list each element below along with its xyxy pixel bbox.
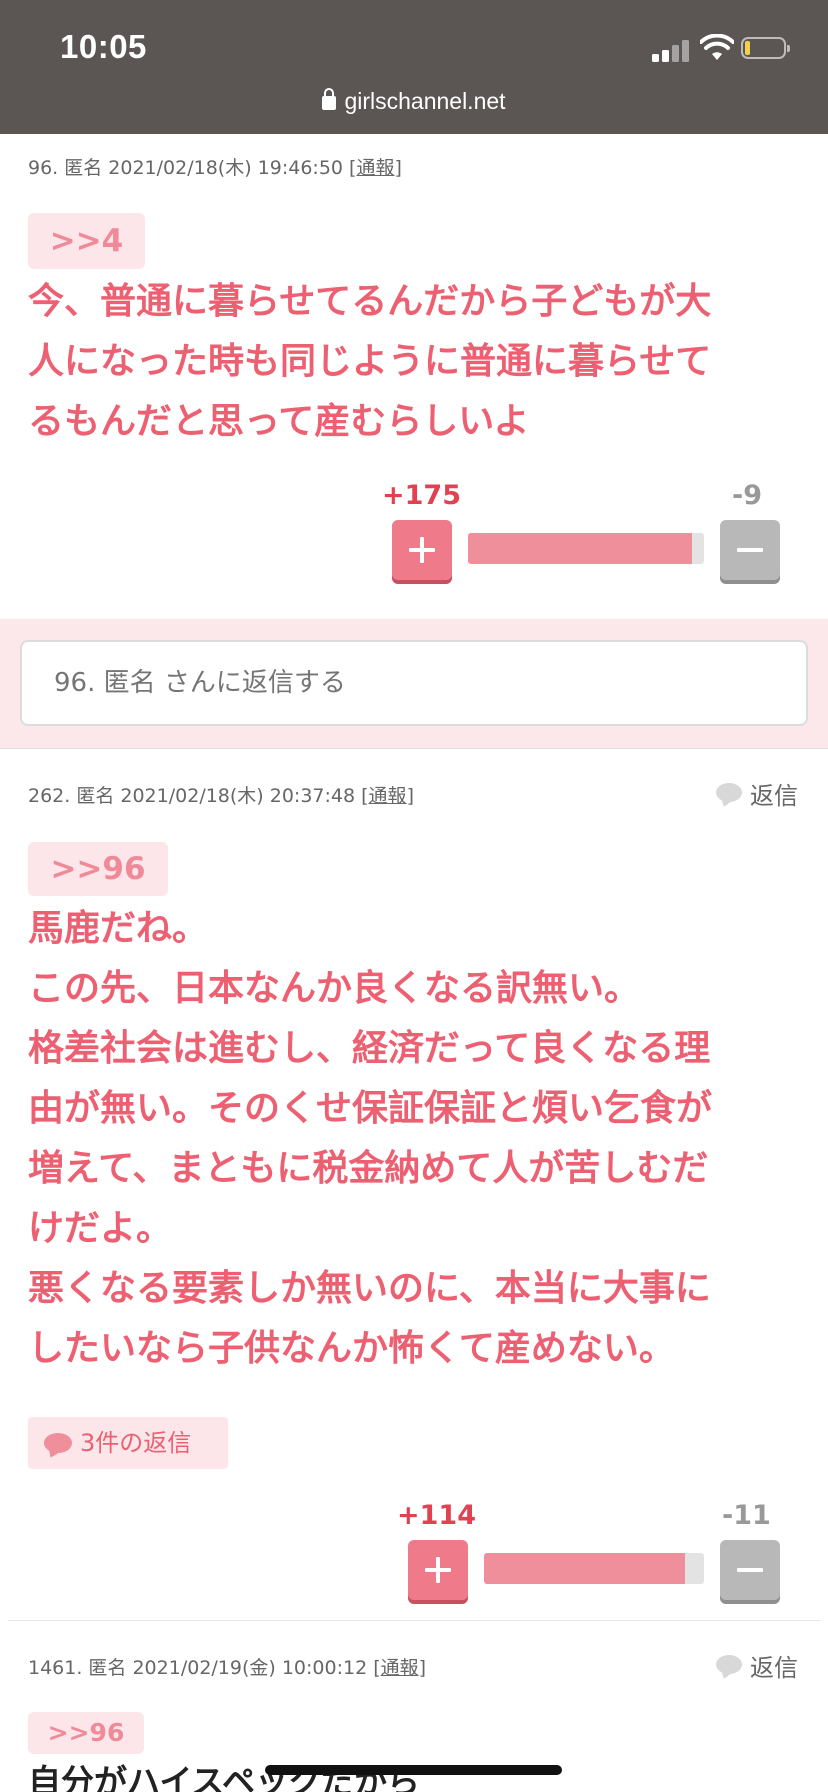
report-link[interactable]: 通報 xyxy=(356,157,394,179)
comment-meta-text: 1461. 匿名 2021/02/19(金) 10:00:12 [ xyxy=(28,1657,381,1679)
anchor-link[interactable]: >>4 xyxy=(28,213,145,269)
battery-icon xyxy=(741,37,790,59)
reply-button[interactable]: 返信 xyxy=(716,1648,798,1683)
browser-top-bar: 10:05 girlschannel.net xyxy=(0,0,828,134)
comment-meta: 1461. 匿名 2021/02/19(金) 10:00:12 [通報] xyxy=(28,1653,426,1680)
speech-bubble-icon xyxy=(716,783,742,802)
comment-text: 今、普通に暮らせてるんだから子どもが大 人になった時も同じように普通に暮らせて … xyxy=(28,281,712,442)
lock-icon xyxy=(322,88,337,110)
vote-ratio-fill xyxy=(484,1553,685,1584)
reply-input[interactable] xyxy=(20,640,808,726)
url-text: girlschannel.net xyxy=(344,88,506,114)
wifi-icon xyxy=(700,34,734,60)
comment-meta-text: 96. 匿名 2021/02/18(木) 19:46:50 [ xyxy=(28,157,357,179)
reply-button[interactable]: 返信 xyxy=(716,776,798,811)
plus-count: +175 xyxy=(382,480,461,511)
report-link[interactable]: 通報 xyxy=(381,1657,419,1679)
plus-vote-button[interactable] xyxy=(408,1540,468,1600)
divider xyxy=(8,1620,820,1621)
reply-label: 返信 xyxy=(750,782,798,810)
minus-count: -11 xyxy=(722,1500,771,1531)
anchor-link[interactable]: >>96 xyxy=(28,1712,144,1754)
minus-vote-button[interactable] xyxy=(720,520,780,580)
reply-label: 返信 xyxy=(750,1654,798,1682)
comment-meta-bracket: ] xyxy=(418,1657,427,1679)
minus-count: -9 xyxy=(732,480,762,511)
divider xyxy=(0,748,828,749)
speech-bubble-icon xyxy=(716,1655,742,1674)
cellular-signal-icon xyxy=(652,38,690,62)
address-bar[interactable]: girlschannel.net xyxy=(0,88,828,115)
comment-meta: 96. 匿名 2021/02/18(木) 19:46:50 [通報] xyxy=(28,153,402,180)
comment-text: 馬鹿だね。 この先、日本なんか良くなる訳無い。 格差社会は進むし、経済だって良く… xyxy=(28,908,713,1369)
comment-meta-bracket: ] xyxy=(394,157,402,179)
vote-ratio-fill xyxy=(468,533,693,564)
minus-vote-button[interactable] xyxy=(720,1540,780,1600)
replies-count-button[interactable]: 3件の返信 xyxy=(28,1417,228,1469)
speech-bubble-icon xyxy=(44,1433,72,1453)
anchor-link[interactable]: >>96 xyxy=(28,842,168,896)
plus-count: +114 xyxy=(397,1500,476,1531)
status-time: 10:05 xyxy=(60,28,147,65)
replies-count-label: 3件の返信 xyxy=(80,1429,192,1457)
vote-ratio-bar xyxy=(468,533,704,564)
vote-ratio-bar xyxy=(484,1553,704,1584)
comment-meta: 262. 匿名 2021/02/18(木) 20:37:48 [通報] xyxy=(28,781,414,808)
home-indicator[interactable] xyxy=(265,1765,562,1775)
comment-meta-text: 262. 匿名 2021/02/18(木) 20:37:48 [ xyxy=(28,785,369,807)
report-link[interactable]: 通報 xyxy=(369,785,407,807)
plus-vote-button[interactable] xyxy=(392,520,452,580)
comment-meta-bracket: ] xyxy=(406,785,414,807)
